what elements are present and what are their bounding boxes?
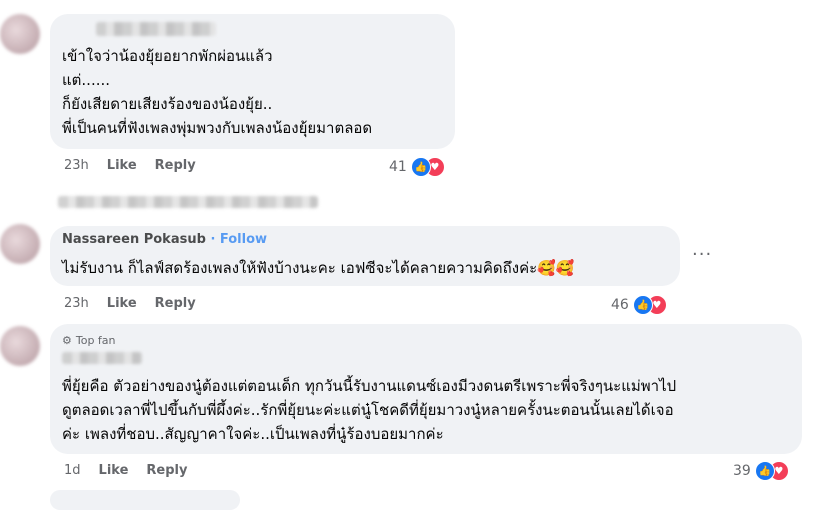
comment-bubble: ⚙ Top fan พี่ยุ้ยคือ ตัวอย่างของนู๋ต้องแ…	[50, 324, 802, 454]
reaction-count: 41	[389, 159, 407, 175]
blurred-author-name	[96, 22, 216, 36]
comment-text: พี่ยุ้ยคือ ตัวอย่างของนู๋ต้องแต่ตอนเด็ก …	[62, 377, 677, 443]
top-fan-icon: ⚙	[62, 334, 72, 347]
reply-button[interactable]: Reply	[155, 296, 196, 311]
blurred-reply-header	[58, 196, 318, 208]
comment-actions: 1d Like Reply	[64, 463, 187, 478]
comment-bubble: Nassareen Pokasub · Follow ไม่รับงาน ก็ไ…	[50, 226, 680, 286]
comment-text: เข้าใจว่าน้องยุ้ยอยากพักผ่อนแล้ว แต่....…	[62, 47, 373, 137]
like-button[interactable]: Like	[99, 463, 129, 478]
comment-actions: 23h Like Reply	[64, 158, 196, 173]
like-reaction-icon: 👍	[410, 157, 431, 177]
reaction-icons: 👍 ♥	[754, 461, 791, 481]
like-reaction-icon: 👍	[632, 295, 653, 315]
follow-link[interactable]: · Follow	[210, 232, 267, 247]
comment-bubble: เข้าใจว่าน้องยุ้ยอยากพักผ่อนแล้ว แต่....…	[50, 14, 455, 149]
commenter-avatar[interactable]	[0, 14, 40, 54]
comment-timestamp[interactable]: 1d	[64, 463, 81, 478]
reaction-count: 46	[611, 297, 629, 313]
like-button[interactable]: Like	[107, 296, 137, 311]
like-reaction-icon: 👍	[754, 461, 775, 481]
reply-button[interactable]: Reply	[146, 463, 187, 478]
blurred-author-name	[62, 352, 142, 364]
commenter-avatar[interactable]	[0, 224, 40, 264]
reaction-icons: 👍 ♥	[410, 157, 447, 177]
commenter-avatar[interactable]	[0, 326, 40, 366]
next-comment-bubble	[50, 490, 240, 510]
reply-button[interactable]: Reply	[155, 158, 196, 173]
like-button[interactable]: Like	[107, 158, 137, 173]
reaction-summary[interactable]: 39 👍 ♥	[733, 461, 791, 481]
comment-text: ไม่รับงาน ก็ไลฟ์สดร้องเพลงให้ฟังบ้างนะคะ…	[62, 259, 575, 277]
comment-author[interactable]: Nassareen Pokasub · Follow	[62, 232, 267, 247]
reaction-summary[interactable]: 46 👍 ♥	[611, 295, 669, 315]
comment-actions: 23h Like Reply	[64, 296, 196, 311]
more-options-icon[interactable]: ···	[692, 244, 712, 265]
top-fan-badge: ⚙ Top fan	[62, 334, 116, 347]
reaction-summary[interactable]: 41 👍 ♥	[389, 157, 447, 177]
comment-timestamp[interactable]: 23h	[64, 296, 89, 311]
reaction-count: 39	[733, 463, 751, 479]
comment-timestamp[interactable]: 23h	[64, 158, 89, 173]
reaction-icons: 👍 ♥	[632, 295, 669, 315]
